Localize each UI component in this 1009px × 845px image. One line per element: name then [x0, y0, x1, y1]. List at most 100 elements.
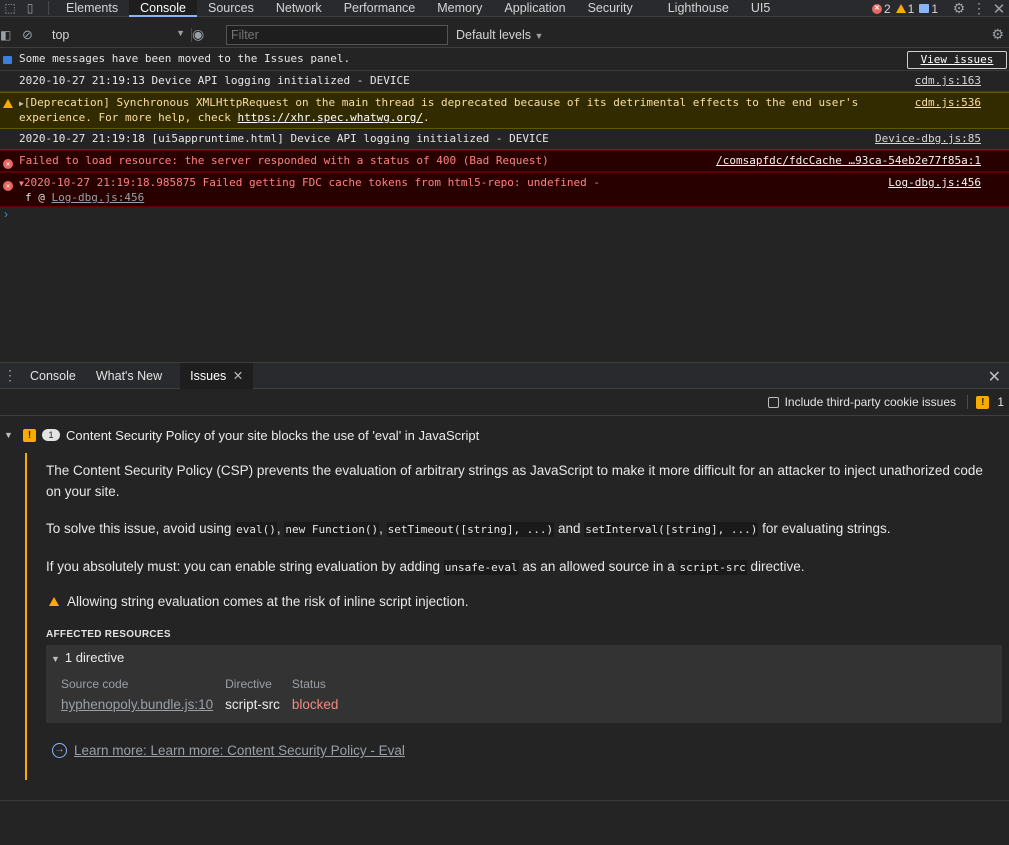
console-message-info: Some messages have been moved to the Iss… — [0, 49, 1009, 71]
info-icon — [919, 4, 930, 13]
eye-icon[interactable]: ◉ — [192, 26, 220, 43]
warning-icon — [895, 4, 906, 13]
column-status: Status blocked — [292, 677, 339, 712]
issue-solution: To solve this issue, avoid using eval(),… — [46, 518, 996, 540]
text: as an allowed source in a — [518, 559, 679, 574]
sidebar-toggle-icon[interactable]: ◧ — [0, 28, 22, 42]
code: eval() — [235, 522, 277, 537]
inspect-element-icon[interactable]: ⬚ — [0, 0, 20, 17]
message-text: Failed to load resource: the server resp… — [19, 154, 549, 167]
alert-text: Allowing string evaluation comes at the … — [67, 594, 469, 609]
resources-table: Source code hyphenopoly.bundle.js:10 Dir… — [61, 677, 1002, 712]
console-message-error: ✕ Failed to load resource: the server re… — [0, 150, 1009, 172]
info-counter[interactable]: 1 — [919, 2, 938, 16]
issue-item: ▼ ! 1 Content Security Policy of your si… — [0, 417, 1009, 780]
close-drawer-icon[interactable]: ✕ — [988, 367, 1001, 387]
message-source-link[interactable]: /comsapfdc/fdcCache …93ca-54eb2e77f85a:1 — [716, 154, 981, 168]
arrow-right-icon: → — [52, 743, 67, 758]
message-link[interactable]: https://xhr.spec.whatwg.org/ — [238, 111, 423, 124]
console-message-log: 2020-10-27 21:19:13 Device API logging i… — [0, 71, 1009, 92]
tab-close-icon[interactable]: ✕ — [233, 369, 243, 383]
column-header: Source code — [61, 677, 129, 691]
error-icon: ✕ — [871, 3, 882, 14]
console-messages: Some messages have been moved to the Iss… — [0, 49, 1009, 361]
column-directive: Directive script-src — [225, 677, 280, 712]
stack-link[interactable]: Log-dbg.js:456 — [52, 191, 145, 204]
text: and — [554, 521, 585, 536]
device-toolbar-icon[interactable]: ▯ — [20, 0, 40, 17]
chevron-down-icon: ▼ — [51, 654, 60, 664]
message-text: 2020-10-27 21:19:13 Device API logging i… — [19, 74, 410, 87]
log-levels-label: Default levels — [456, 27, 532, 42]
tab-lighthouse[interactable]: Lighthouse — [657, 0, 740, 17]
checkbox[interactable] — [767, 396, 779, 408]
tab-memory[interactable]: Memory — [426, 0, 493, 17]
message-text: 2020-10-27 21:19:18.985875 Failed gettin… — [23, 176, 600, 189]
directive-toggle[interactable]: ▼ 1 directive — [46, 645, 1002, 665]
directive-value: script-src — [225, 697, 280, 712]
warning-icon — [49, 597, 59, 606]
devtools-top-bar: ⬚ ▯ Elements Console Sources Network Per… — [0, 0, 1009, 18]
context-value: top — [52, 27, 70, 42]
code: script-src — [678, 560, 747, 575]
text: , — [379, 521, 387, 536]
message-source-link[interactable]: Log-dbg.js:456 — [888, 176, 981, 190]
error-icon: ✕ — [3, 156, 13, 170]
more-options-icon[interactable]: ⋮ — [969, 0, 989, 17]
message-text: Some messages have been moved to the Iss… — [19, 52, 351, 65]
learn-more-link[interactable]: Learn more: Learn more: Content Security… — [74, 743, 405, 758]
third-party-cookie-toggle[interactable]: Include third-party cookie issues — [767, 395, 956, 409]
warning-box-icon: ! — [976, 395, 990, 409]
status-value: blocked — [291, 697, 339, 712]
tab-ui5[interactable]: UI5 — [740, 0, 781, 17]
warning-counter[interactable]: 1 — [895, 1, 915, 16]
context-selector[interactable]: top ▼ — [52, 27, 192, 42]
tab-console[interactable]: Console — [129, 0, 197, 17]
panel-tabs: Elements Console Sources Network Perform… — [55, 0, 781, 17]
console-message-warning: ▶[Deprecation] Synchronous XMLHttpReques… — [0, 92, 1009, 129]
chevron-down-icon: ▼ — [4, 430, 13, 440]
issue-count-badge: ! 1 — [967, 395, 1004, 409]
text: To solve this issue, avoid using — [46, 521, 236, 536]
drawer-tab-bar: ⋮ Console What's New Issues ✕ ✕ — [0, 362, 1009, 389]
message-text-cont: experience. For more help, check — [19, 111, 238, 124]
learn-more[interactable]: → Learn more: Learn more: Content Securi… — [52, 743, 1009, 758]
tab-network[interactable]: Network — [265, 0, 333, 17]
tab-sources[interactable]: Sources — [197, 0, 265, 17]
tab-elements[interactable]: Elements — [55, 0, 129, 17]
log-levels-dropdown[interactable]: Default levels ▼ — [456, 28, 543, 42]
message-source-link[interactable]: Device-dbg.js:85 — [875, 132, 981, 146]
warning-count: 1 — [907, 1, 915, 16]
issue-count-pill: 1 — [42, 429, 60, 441]
tab-security[interactable]: Security — [577, 0, 657, 17]
stack-prefix: f @ — [25, 191, 52, 204]
drawer-tab-issues[interactable]: Issues ✕ — [180, 362, 254, 389]
text: directive. — [746, 559, 805, 574]
issue-description: The Content Security Policy (CSP) preven… — [46, 463, 983, 499]
code: setTimeout([string], ...) — [386, 522, 555, 537]
chevron-down-icon: ▼ — [176, 27, 185, 38]
close-icon[interactable]: ✕ — [989, 0, 1009, 18]
drawer-tab-console[interactable]: Console — [20, 363, 86, 389]
message-source-link[interactable]: cdm.js:163 — [915, 74, 981, 88]
chevron-down-icon: ▼ — [534, 30, 544, 41]
cookie-label: Include third-party cookie issues — [784, 395, 956, 409]
message-source-link[interactable]: cdm.js:536 — [915, 96, 981, 110]
clear-console-icon[interactable]: ⊘ — [22, 27, 44, 43]
console-settings-gear-icon[interactable]: ⚙ — [991, 26, 1004, 43]
error-counter[interactable]: ✕ 2 — [871, 2, 891, 16]
console-toolbar: ◧ ⊘ top ▼ ◉ Default levels ▼ ⚙ — [0, 22, 1009, 48]
issue-header[interactable]: ▼ ! 1 Content Security Policy of your si… — [0, 417, 1009, 453]
drawer-tab-whats-new[interactable]: What's New — [86, 363, 180, 389]
source-link[interactable]: hyphenopoly.bundle.js:10 — [61, 697, 213, 712]
issue-alert: Allowing string evaluation comes at the … — [46, 594, 1009, 609]
gear-icon[interactable]: ⚙ — [949, 0, 969, 17]
filter-input[interactable] — [226, 24, 448, 45]
console-prompt[interactable]: › — [0, 207, 1009, 221]
tab-application[interactable]: Application — [493, 0, 576, 17]
console-message-error: ✕ ▼2020-10-27 21:19:18.985875 Failed get… — [0, 172, 1009, 207]
separator — [48, 1, 49, 15]
view-issues-button[interactable]: View issues — [907, 51, 1007, 69]
tab-performance[interactable]: Performance — [333, 0, 427, 17]
drawer-menu-icon[interactable]: ⋮ — [0, 367, 20, 384]
